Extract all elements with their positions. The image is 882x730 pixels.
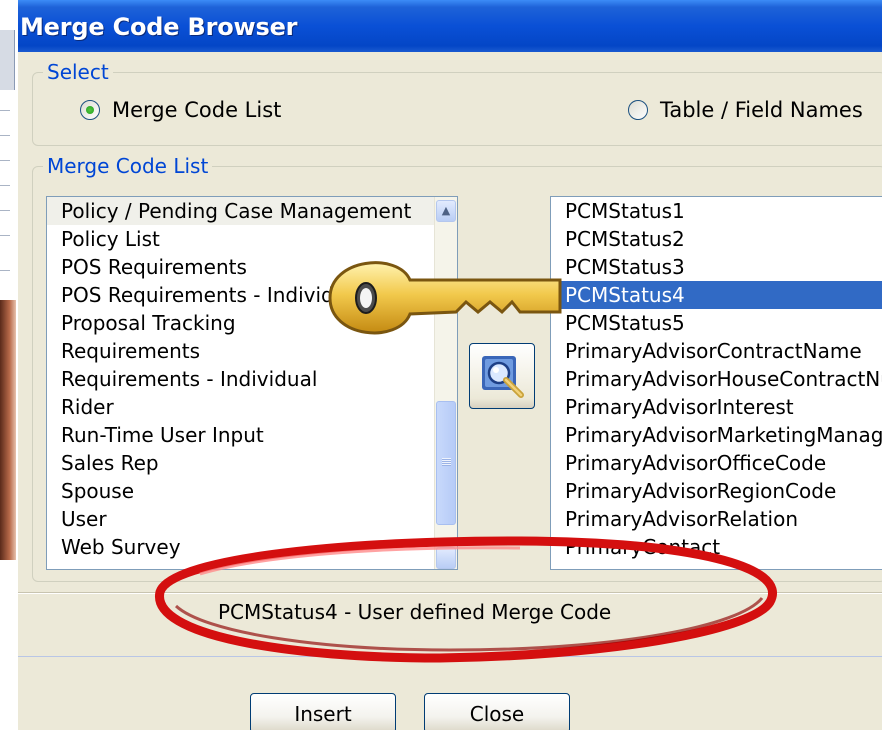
- category-scrollbar[interactable]: ▲: [434, 197, 457, 569]
- list-item[interactable]: PrimaryAdvisorContractName: [551, 337, 882, 365]
- window-title: Merge Code Browser: [20, 13, 298, 41]
- list-item[interactable]: Run-Time User Input: [47, 421, 457, 449]
- list-item[interactable]: PCMStatus1: [551, 197, 882, 225]
- list-item[interactable]: User: [47, 505, 457, 533]
- magnifier-icon: [482, 356, 524, 398]
- background-rule: [0, 270, 10, 271]
- list-item-selected[interactable]: PCMStatus4: [551, 281, 882, 309]
- list-item[interactable]: Policy / Pending Case Management: [47, 197, 457, 225]
- radio-table-field-names[interactable]: Table / Field Names: [628, 98, 863, 122]
- scroll-down-button[interactable]: [436, 547, 456, 569]
- radio-merge-code-list[interactable]: Merge Code List: [80, 98, 281, 122]
- background-rule: [0, 185, 10, 186]
- scroll-thumb[interactable]: [436, 401, 456, 525]
- background-rule: [0, 110, 10, 111]
- background-frame: [0, 30, 15, 90]
- radio-unchecked-icon[interactable]: [628, 100, 648, 120]
- category-listbox[interactable]: Policy / Pending Case Management Policy …: [46, 196, 458, 570]
- background-photo: [0, 300, 16, 560]
- close-button[interactable]: Close: [424, 693, 570, 730]
- list-item[interactable]: PCMStatus5: [551, 309, 882, 337]
- list-item[interactable]: PrimaryAdvisorRelation: [551, 505, 882, 533]
- list-item[interactable]: Rider: [47, 393, 457, 421]
- insert-button[interactable]: Insert: [250, 693, 396, 730]
- list-item[interactable]: POS Requirements: [47, 253, 457, 281]
- list-item[interactable]: Policy List: [47, 225, 457, 253]
- background-rule: [0, 210, 10, 211]
- list-item[interactable]: Requirements: [47, 337, 457, 365]
- radio-table-field-names-label: Table / Field Names: [660, 98, 863, 122]
- merge-code-list-legend: Merge Code List: [43, 154, 213, 178]
- background-rule: [0, 160, 10, 161]
- find-button[interactable]: [469, 343, 535, 409]
- bottom-separator: [18, 656, 882, 657]
- grip-icon: [442, 458, 451, 466]
- list-item[interactable]: PrimaryAdvisorHouseContractNum: [551, 365, 882, 393]
- title-bar[interactable]: Merge Code Browser: [18, 0, 882, 52]
- status-separator-highlight: [18, 593, 882, 594]
- list-item[interactable]: Proposal Tracking: [47, 309, 457, 337]
- background-page-sliver: [0, 0, 18, 730]
- background-rule: [0, 235, 10, 236]
- list-item[interactable]: POS Requirements - Individual: [47, 281, 457, 309]
- radio-merge-code-list-label: Merge Code List: [112, 98, 282, 122]
- merge-code-browser-window: Merge Code Browser Select Merge Code Lis…: [18, 0, 882, 730]
- background-rule: [0, 135, 10, 136]
- list-item[interactable]: PrimaryAdvisorInterest: [551, 393, 882, 421]
- list-item[interactable]: Web Survey: [47, 533, 457, 561]
- merge-code-listbox[interactable]: PCMStatus1 PCMStatus2 PCMStatus3 PCMStat…: [550, 196, 882, 570]
- radio-checked-icon[interactable]: [80, 100, 100, 120]
- list-item[interactable]: PCMStatus2: [551, 225, 882, 253]
- list-item[interactable]: PCMStatus3: [551, 253, 882, 281]
- list-item[interactable]: PrimaryAdvisorMarketingManager: [551, 421, 882, 449]
- list-item[interactable]: PrimaryAdvisorRegionCode: [551, 477, 882, 505]
- list-item[interactable]: Sales Rep: [47, 449, 457, 477]
- scroll-up-button[interactable]: ▲: [436, 200, 456, 222]
- list-item[interactable]: PrimaryAdvisorOfficeCode: [551, 449, 882, 477]
- merge-code-description: PCMStatus4 - User defined Merge Code: [218, 600, 612, 624]
- list-item[interactable]: Spouse: [47, 477, 457, 505]
- list-item[interactable]: Requirements - Individual: [47, 365, 457, 393]
- list-item[interactable]: PrimaryContact: [551, 533, 882, 561]
- select-legend: Select: [43, 60, 113, 84]
